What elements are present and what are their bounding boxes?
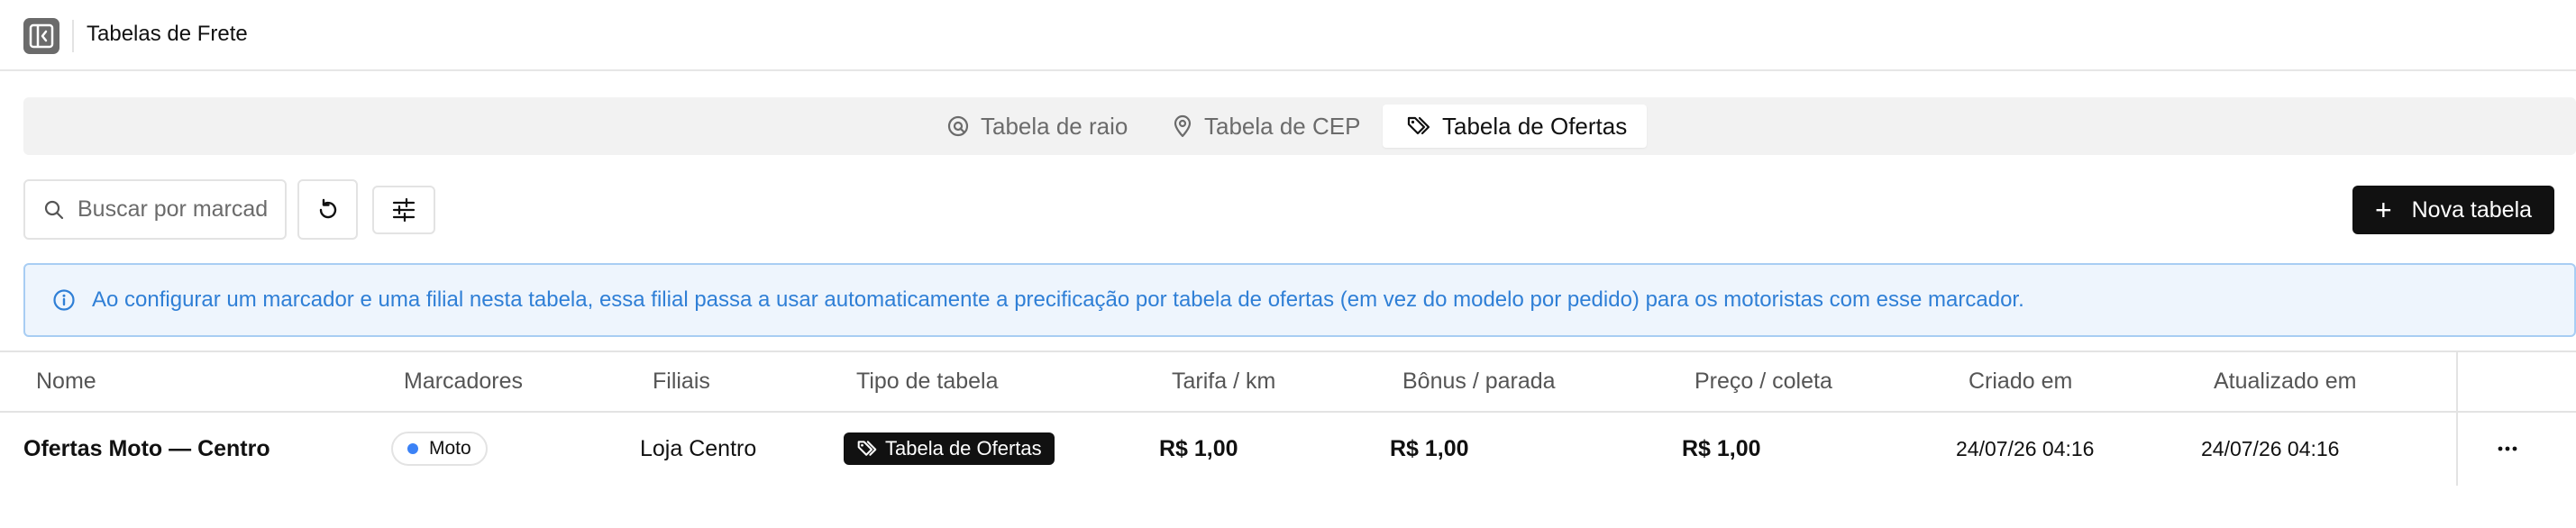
- search-input[interactable]: [78, 196, 267, 223]
- column-header-preco-coleta[interactable]: Preço / coleta: [1694, 352, 1832, 411]
- radius-target-icon: [947, 115, 969, 137]
- column-header-tarifa-km[interactable]: Tarifa / km: [1172, 352, 1275, 411]
- cell-nome[interactable]: Ofertas Moto — Centro: [23, 413, 270, 485]
- more-horizontal-icon: [2498, 446, 2517, 451]
- column-header-criado-em[interactable]: Criado em: [1969, 352, 2072, 411]
- tag-chip: Moto: [391, 432, 488, 466]
- column-header-filiais[interactable]: Filiais: [653, 352, 710, 411]
- table-header: Nome Marcadores Filiais Tipo de tabela T…: [0, 350, 2576, 413]
- cell-filiais: Loja Centro: [640, 435, 757, 461]
- rotate-ccw-icon: [319, 198, 336, 218]
- tab-label: Tabela de CEP: [1204, 112, 1361, 140]
- search-icon: [44, 200, 64, 219]
- cell-atualizado-em: 24/07/26 04:16: [2201, 436, 2340, 460]
- tab-label: Tabela de raio: [981, 112, 1128, 140]
- header-divider: [72, 20, 74, 52]
- info-banner-text: Ao configurar um marcador e uma filial n…: [92, 287, 2024, 312]
- table-type-badge: Tabela de Ofertas: [844, 432, 1055, 465]
- tag-color-dot: [407, 443, 418, 454]
- tag-label: Moto: [429, 438, 471, 459]
- tags-icon: [1407, 116, 1430, 135]
- row-actions-button[interactable]: [2489, 413, 2526, 485]
- sliders-icon: [392, 198, 416, 222]
- reset-filters-button[interactable]: [297, 179, 358, 240]
- column-header-bonus-parada[interactable]: Bônus / parada: [1402, 352, 1556, 411]
- new-table-label: Nova tabela: [2411, 196, 2533, 223]
- cell-tipo-de-tabela: Tabela de Ofertas: [844, 413, 1055, 485]
- column-header-tipo-de-tabela[interactable]: Tipo de tabela: [856, 352, 999, 411]
- new-table-button[interactable]: + Nova tabela: [2352, 186, 2554, 234]
- column-header-nome[interactable]: Nome: [36, 352, 96, 411]
- plus-icon: +: [2374, 194, 2392, 226]
- info-banner: Ao configurar um marcador e uma filial n…: [23, 263, 2576, 337]
- tab-label: Tabela de Ofertas: [1442, 112, 1628, 140]
- column-header-marcadores[interactable]: Marcadores: [404, 352, 523, 411]
- table-row[interactable]: Ofertas Moto — Centro Moto Loja Centro T…: [0, 413, 2576, 485]
- top-bar: Tabelas de Frete: [0, 0, 2576, 71]
- tags-icon: [857, 441, 877, 456]
- cell-marcadores: Moto: [391, 413, 488, 485]
- cell-bonus-parada: R$ 1,00: [1390, 435, 1469, 461]
- map-pin-icon: [1174, 114, 1192, 138]
- tab-tabela-de-cep[interactable]: Tabela de CEP: [1172, 105, 1360, 148]
- cell-criado-em: 24/07/26 04:16: [1956, 436, 2095, 460]
- table-type-tabs: Tabela de raio Tabela de CEP Tabela de O…: [23, 97, 2576, 155]
- column-header-atualizado-em[interactable]: Atualizado em: [2214, 352, 2356, 411]
- filter-settings-button[interactable]: [372, 186, 435, 234]
- tab-tabela-de-ofertas[interactable]: Tabela de Ofertas: [1383, 105, 1648, 148]
- table-type-label: Tabela de Ofertas: [885, 437, 1042, 460]
- tab-tabela-de-raio[interactable]: Tabela de raio: [946, 105, 1128, 148]
- cell-tarifa-km: R$ 1,00: [1159, 435, 1238, 461]
- page-title: Tabelas de Frete: [87, 22, 248, 46]
- cell-preco-coleta: R$ 1,00: [1682, 435, 1761, 461]
- search-field[interactable]: [23, 179, 287, 240]
- sidebar-panel-icon[interactable]: [23, 18, 59, 54]
- info-icon: [53, 289, 75, 311]
